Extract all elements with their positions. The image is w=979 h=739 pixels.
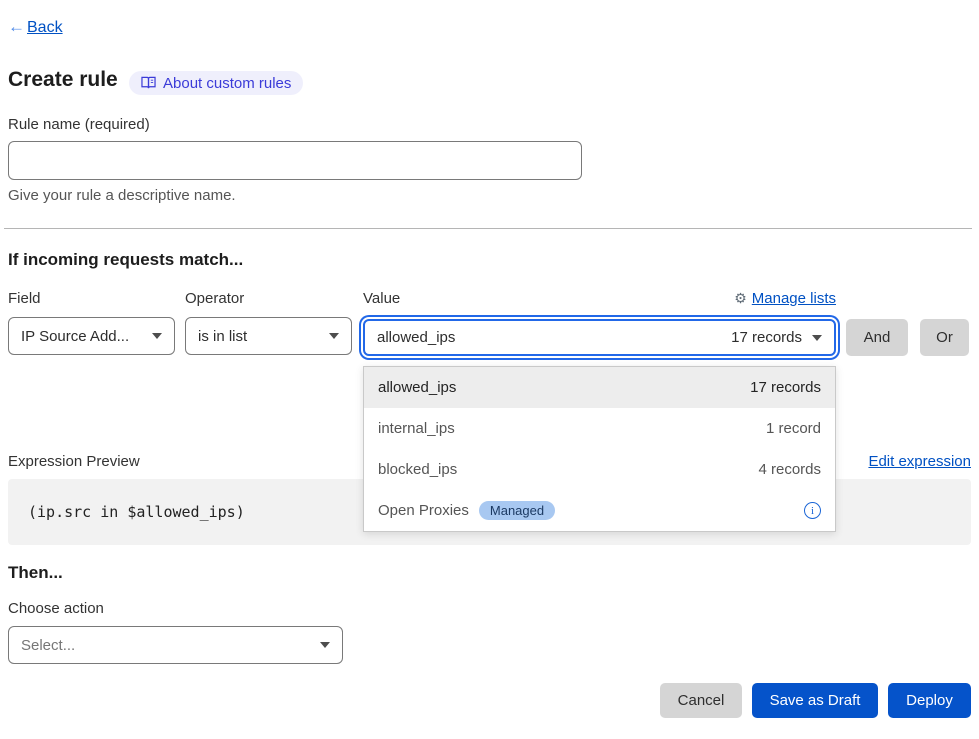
and-button[interactable]: And [846,319,908,356]
field-select[interactable]: IP Source Add... [8,317,175,355]
gear-icon: ⚙ [734,290,747,307]
dropdown-option-open-proxies[interactable]: Open Proxies Managed [364,490,835,531]
expression-preview-label: Expression Preview [8,453,140,470]
value-select[interactable]: allowed_ips 17 records [363,319,836,356]
then-section-heading: Then... [8,563,63,583]
info-icon[interactable] [804,502,821,519]
option-name: Open Proxies [378,502,469,519]
choose-action-label: Choose action [8,600,104,617]
about-badge-label: About custom rules [163,75,291,92]
page-title: Create rule [8,68,118,92]
managed-badge: Managed [479,501,555,520]
option-name: blocked_ips [378,461,457,478]
dropdown-option-internal-ips[interactable]: internal_ips 1 record [364,408,835,449]
match-section-heading: If incoming requests match... [8,250,243,270]
chevron-down-icon [152,333,162,339]
back-link[interactable]: ←Back [8,17,63,37]
rule-name-label: Rule name (required) [8,116,150,133]
create-rule-page: ←Back Create rule About custom rules Rul… [0,0,979,739]
operator-select-value: is in list [198,328,247,345]
option-name: internal_ips [378,420,455,437]
value-select-count: 17 records [731,329,802,346]
action-select-placeholder: Select... [21,637,75,654]
operator-select[interactable]: is in list [185,317,352,355]
value-label: Value [363,290,400,307]
option-count: 4 records [758,461,821,478]
value-select-name: allowed_ips [377,329,455,346]
chevron-down-icon [812,335,822,341]
rule-name-input[interactable] [8,141,582,180]
dropdown-option-allowed-ips[interactable]: allowed_ips 17 records [364,367,835,408]
option-count: 1 record [766,420,821,437]
operator-label: Operator [185,290,244,307]
rule-name-helper: Give your rule a descriptive name. [8,187,236,204]
option-name: allowed_ips [378,379,456,396]
option-count: 17 records [750,379,821,396]
about-custom-rules-link[interactable]: About custom rules [129,71,303,95]
cancel-button[interactable]: Cancel [660,683,742,718]
field-label: Field [8,290,41,307]
manage-lists-link[interactable]: ⚙ Manage lists [734,290,836,307]
or-button[interactable]: Or [920,319,969,356]
field-select-value: IP Source Add... [21,328,129,345]
deploy-button[interactable]: Deploy [888,683,971,718]
edit-expression-link[interactable]: Edit expression [868,453,971,470]
expression-code: (ip.src in $allowed_ips) [28,503,245,521]
back-link-label[interactable]: Back [27,19,63,36]
back-arrow-icon: ← [8,17,25,36]
dropdown-option-blocked-ips[interactable]: blocked_ips 4 records [364,449,835,490]
manage-lists-label[interactable]: Manage lists [752,290,836,307]
value-dropdown: allowed_ips 17 records internal_ips 1 re… [363,366,836,532]
save-as-draft-button[interactable]: Save as Draft [752,683,878,718]
chevron-down-icon [329,333,339,339]
action-select[interactable]: Select... [8,626,343,664]
section-divider [4,228,972,229]
chevron-down-icon [320,642,330,648]
book-icon [141,76,156,90]
